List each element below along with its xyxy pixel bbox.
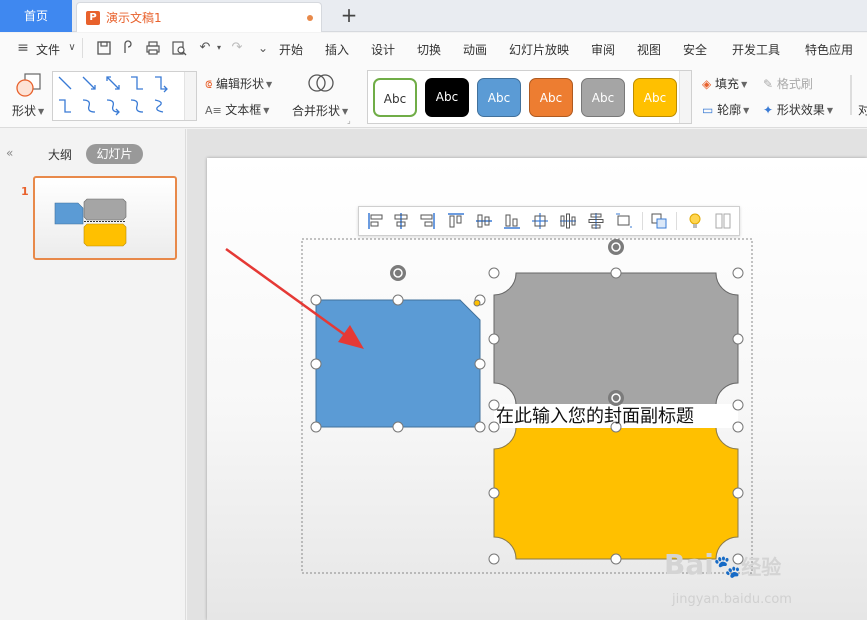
align-toolbar (358, 206, 740, 236)
yellow-plaque-shape[interactable] (493, 426, 739, 560)
subtitle-placeholder-text[interactable]: 在此输入您的封面副标题 (496, 402, 694, 428)
watermark-url: jingyan.baidu.com (672, 592, 792, 607)
distribute-horizontal-icon[interactable] (559, 212, 577, 230)
red-arrow-shaft (225, 247, 353, 342)
align-slide-center-icon[interactable] (531, 212, 549, 230)
group-objects-icon[interactable] (650, 212, 668, 230)
align-left-icon[interactable] (367, 212, 385, 230)
align-center-icon[interactable] (392, 212, 410, 230)
slide-objects (225, 238, 753, 574)
align-right-icon[interactable] (418, 212, 436, 230)
align-top-icon[interactable] (447, 212, 465, 230)
align-middle-icon[interactable] (475, 212, 493, 230)
same-size-icon[interactable] (615, 212, 633, 230)
divider (676, 212, 677, 230)
watermark-brand: Bai🐾经验 (664, 548, 782, 581)
distribute-vertical-icon[interactable] (587, 212, 605, 230)
blue-snip-rectangle[interactable] (315, 299, 481, 428)
adjust-handle-icon[interactable] (473, 299, 481, 307)
lightbulb-icon[interactable] (686, 212, 704, 230)
more-options-icon[interactable] (714, 212, 732, 230)
rotate-handle-icon[interactable] (390, 265, 406, 281)
divider (642, 212, 643, 230)
gray-plaque-shape[interactable] (493, 272, 739, 406)
rotate-handle-icon[interactable] (608, 239, 624, 255)
align-bottom-icon[interactable] (503, 212, 521, 230)
paw-logo-icon: 🐾 (713, 555, 742, 580)
